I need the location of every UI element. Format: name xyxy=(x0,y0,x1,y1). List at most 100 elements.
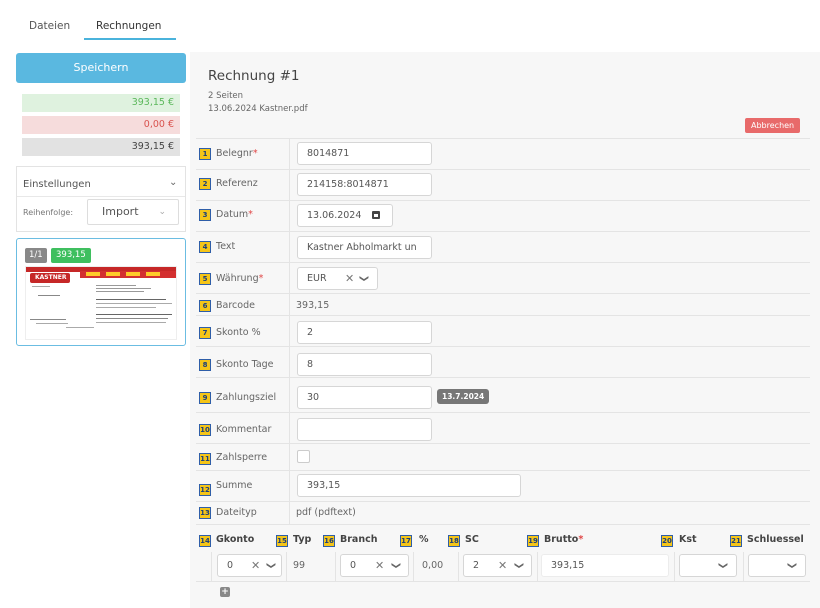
top-tabs: Dateien Rechnungen xyxy=(0,0,820,44)
cell-divider xyxy=(743,552,744,581)
field-number-badge: 13 xyxy=(199,507,211,519)
column-header-brutto: Brutto* xyxy=(544,534,584,545)
column-header-sc: SC xyxy=(465,534,479,545)
field-number-badge: 16 xyxy=(323,535,335,547)
cancel-button[interactable]: Abbrechen xyxy=(745,118,801,133)
row-divider xyxy=(196,412,810,413)
dateityp-label: Dateityp xyxy=(216,507,257,518)
row-divider xyxy=(196,501,810,502)
summe-input[interactable]: 393,15 xyxy=(297,474,521,497)
barcode-label: Barcode xyxy=(216,300,255,311)
settings-dropdown[interactable]: Einstellungen xyxy=(23,179,91,190)
clear-icon[interactable]: ✕ xyxy=(375,555,384,576)
sum-total-green: 393,15 € xyxy=(22,94,180,112)
brutto-input[interactable]: 393,15 xyxy=(541,554,669,577)
row-divider xyxy=(196,200,810,201)
page-badge: 1/1 xyxy=(25,248,47,263)
chevron-down-icon[interactable]: ❯ xyxy=(711,562,732,570)
chevron-down-icon[interactable]: ❯ xyxy=(384,562,405,570)
row-divider xyxy=(196,524,810,525)
column-header-schluessel: Schluessel xyxy=(747,534,804,545)
text-input[interactable]: Kastner Abholmarkt un xyxy=(297,236,432,259)
column-header-gkonto: Gkonto xyxy=(216,534,255,545)
sc-value: 2 xyxy=(473,560,480,571)
barcode-value: 393,15 xyxy=(296,300,330,311)
row-divider xyxy=(196,581,810,582)
text-label: Text xyxy=(216,241,236,252)
add-row-button[interactable]: + xyxy=(220,587,230,597)
document-logo-text: KASTNER xyxy=(35,274,67,281)
datum-value: 13.06.2024 xyxy=(307,210,362,221)
zahlungsziel-input[interactable]: 30 xyxy=(297,386,432,409)
clear-icon[interactable]: ✕ xyxy=(498,555,507,576)
skonto-tage-input[interactable]: 8 xyxy=(297,353,432,376)
belegnr-label: Belegnr* xyxy=(216,148,258,159)
waehrung-value: EUR xyxy=(307,273,327,284)
amount-badge: 393,15 xyxy=(51,248,91,263)
row-divider xyxy=(196,138,810,139)
gkonto-select[interactable]: 0 ✕ ❯ xyxy=(217,554,282,577)
due-date-badge: 13.7.2024 xyxy=(437,389,490,404)
file-name: 13.06.2024 Kastner.pdf xyxy=(208,104,308,114)
order-select-value: Import xyxy=(102,205,139,218)
waehrung-select[interactable]: EUR ✕ ❯ xyxy=(297,267,378,290)
chevron-down-icon[interactable]: ❯ xyxy=(507,562,528,570)
referenz-input[interactable]: 214158:8014871 xyxy=(297,173,432,196)
field-number-badge: 14 xyxy=(199,535,211,547)
row-divider xyxy=(196,315,810,316)
dateityp-value: pdf (pdftext) xyxy=(296,507,356,518)
sc-select[interactable]: 2 ✕ ❯ xyxy=(463,554,532,577)
percent-value: 0,00 xyxy=(422,560,444,571)
zahlungsziel-label: Zahlungsziel xyxy=(216,392,277,403)
field-number-badge: 11 xyxy=(199,453,211,465)
chevron-down-icon[interactable]: ❯ xyxy=(780,562,801,570)
referenz-label: Referenz xyxy=(216,178,258,189)
tab-rechnungen[interactable]: Rechnungen xyxy=(96,20,161,32)
field-number-badge: 2 xyxy=(199,178,211,190)
waehrung-label-text: Währung xyxy=(216,273,259,284)
field-number-badge: 8 xyxy=(199,359,211,371)
row-divider xyxy=(196,470,810,471)
tab-dateien[interactable]: Dateien xyxy=(29,20,70,32)
field-number-badge: 1 xyxy=(199,148,211,160)
zahlsperre-checkbox[interactable] xyxy=(297,450,310,463)
kst-select[interactable]: ❯ xyxy=(679,554,737,577)
chevron-down-icon: ⌄ xyxy=(158,207,166,217)
chevron-down-icon[interactable]: ⌄ xyxy=(169,177,177,188)
row-divider xyxy=(196,293,810,294)
belegnr-input[interactable]: 8014871 xyxy=(297,142,432,165)
chevron-down-icon[interactable]: ❯ xyxy=(259,562,280,570)
field-number-badge: 10 xyxy=(199,424,211,436)
document-thumbnail[interactable]: 1/1 393,15 KASTNER xyxy=(16,238,186,346)
gkonto-value: 0 xyxy=(227,560,234,571)
skonto-pct-input[interactable]: 2 xyxy=(297,321,432,344)
row-divider xyxy=(196,262,810,263)
skonto-tage-label: Skonto Tage xyxy=(216,359,274,370)
calendar-icon[interactable] xyxy=(372,211,380,219)
row-divider xyxy=(196,377,810,378)
row-divider xyxy=(196,443,810,444)
schluessel-select[interactable]: ❯ xyxy=(748,554,806,577)
field-number-badge: 12 xyxy=(199,484,211,496)
datum-label-text: Datum xyxy=(216,209,249,220)
waehrung-label: Währung* xyxy=(216,273,264,284)
field-number-badge: 20 xyxy=(661,535,673,547)
cell-divider xyxy=(458,552,459,581)
summe-label: Summe xyxy=(216,480,253,491)
cell-divider xyxy=(335,552,336,581)
order-select[interactable]: Import ⌄ xyxy=(87,199,179,225)
belegnr-label-text: Belegnr xyxy=(216,148,253,159)
field-number-badge: 9 xyxy=(199,392,211,404)
chevron-down-icon[interactable]: ❯ xyxy=(352,275,373,283)
datum-input[interactable]: 13.06.2024 xyxy=(297,204,393,227)
kommentar-input[interactable] xyxy=(297,418,432,441)
field-number-badge: 7 xyxy=(199,327,211,339)
field-number-badge: 17 xyxy=(400,535,412,547)
cell-divider xyxy=(211,552,212,581)
column-header-kst: Kst xyxy=(679,534,697,545)
branch-select[interactable]: 0 ✕ ❯ xyxy=(340,554,409,577)
row-divider xyxy=(196,169,810,170)
save-button[interactable]: Speichern xyxy=(16,53,186,83)
column-header-brutto-text: Brutto xyxy=(544,534,579,545)
column-header-typ: Typ xyxy=(293,534,312,545)
